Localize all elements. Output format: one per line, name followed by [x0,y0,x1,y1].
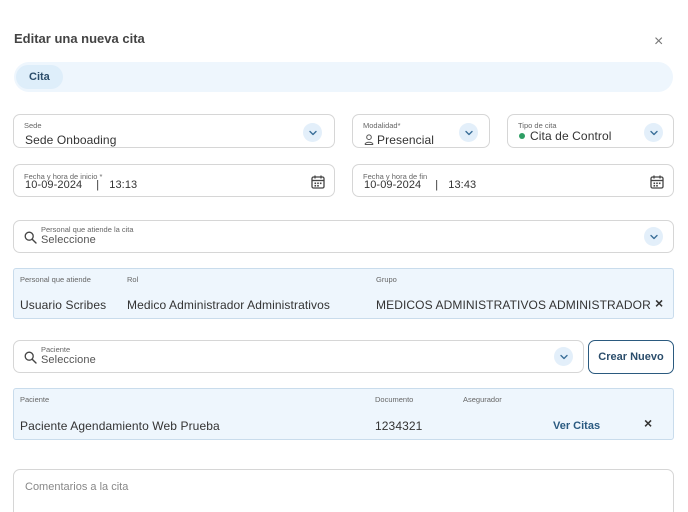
search-icon [24,351,37,364]
modalidad-select[interactable]: Modalidad* Presencial [352,114,490,148]
patient-cell-paciente: Paciente Agendamiento Web Prueba [20,419,220,433]
tab-cita[interactable]: Cita [16,65,63,89]
chevron-down-icon[interactable] [459,123,478,142]
sede-label: Sede [24,121,42,130]
modalidad-label: Modalidad* [363,121,401,130]
patient-search-label: Paciente [41,345,71,354]
start-date: 10-09-2024 [25,179,83,191]
status-dot-icon [519,133,525,139]
staff-search-select[interactable]: Personal que atiende la cita Seleccione [13,220,674,253]
patient-search-placeholder: Seleccione [41,354,96,366]
end-separator: | [435,179,439,191]
staff-header-personal: Personal que atiende [20,275,91,284]
staff-search-label: Personal que atiende la cita [41,225,134,234]
staff-cell-personal: Usuario Scribes [20,298,107,312]
start-datetime-value: 10-09-2024 | 13:13 [25,179,137,191]
remove-staff-icon[interactable]: × [655,296,663,310]
person-icon [364,134,374,145]
create-new-button[interactable]: Crear Nuevo [588,340,674,374]
patient-table: Paciente Documento Asegurador Paciente A… [13,388,674,440]
staff-header-grupo: Grupo [376,275,397,284]
patient-header-asegurador: Asegurador [463,395,502,404]
end-datetime-value: 10-09-2024 | 13:43 [364,179,476,191]
end-time: 13:43 [448,179,477,191]
patient-header-paciente: Paciente [20,395,50,404]
chevron-down-icon[interactable] [644,227,663,246]
chevron-down-icon[interactable] [303,123,322,142]
patient-header-documento: Documento [375,395,414,404]
calendar-icon[interactable] [311,175,325,189]
start-time: 13:13 [109,179,138,191]
modalidad-value: Presencial [377,133,435,147]
tipo-cita-value-wrap: Cita de Control [519,129,612,143]
search-icon [24,231,37,244]
staff-search-placeholder: Seleccione [41,234,96,246]
calendar-icon[interactable] [650,175,664,189]
close-icon[interactable]: × [654,34,663,50]
tipo-cita-value: Cita de Control [530,129,612,143]
tipo-cita-select[interactable]: Tipo de cita Cita de Control [507,114,674,148]
staff-header-rol: Rol [127,275,139,284]
start-separator: | [96,179,100,191]
modalidad-value-wrap: Presencial [364,133,434,147]
chevron-down-icon[interactable] [554,347,573,366]
start-datetime-field[interactable]: Fecha y hora de inicio * 10-09-2024 | 13:1… [13,164,335,197]
sede-select[interactable]: Sede Sede Onboading [13,114,335,148]
patient-search-select[interactable]: Paciente Seleccione [13,340,584,373]
sede-value: Sede Onboading [25,133,117,147]
patient-cell-documento: 1234321 [375,419,423,433]
end-datetime-field[interactable]: Fecha y hora de fin 10-09-2024 | 13:43 [352,164,674,197]
chevron-down-icon[interactable] [644,123,663,142]
ver-citas-link[interactable]: Ver Citas [553,420,600,432]
staff-cell-grupo: MEDICOS ADMINISTRATIVOS ADMINISTRADOR [376,298,651,312]
staff-table: Personal que atiende Rol Grupo Usuario S… [13,268,674,319]
end-date: 10-09-2024 [364,179,422,191]
remove-patient-icon[interactable]: × [644,416,652,430]
comments-placeholder: Comentarios a la cita [25,481,129,493]
modal-title: Editar una nueva cita [14,31,145,46]
comments-textarea[interactable]: Comentarios a la cita [13,469,674,512]
tab-bar: Cita [14,62,673,92]
staff-cell-rol: Medico Administrador Administrativos [127,298,331,312]
